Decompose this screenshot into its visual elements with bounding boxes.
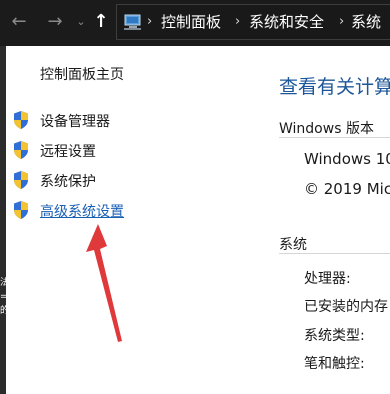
- shield-icon: [14, 171, 28, 189]
- annotation-arrow: [86, 224, 122, 342]
- windows-edition-heading: Windows 版本: [279, 121, 374, 137]
- installed-memory-label: 已安装的内存: [304, 299, 388, 315]
- back-arrow-icon[interactable]: ←: [8, 9, 30, 35]
- navigation-bar: ← → ⌄ ↑ › 控制面板 › 系统和安全 › 系统: [0, 0, 390, 46]
- windows-edition-value: Windows 10: [304, 150, 390, 168]
- breadcrumb-separator: ›: [147, 14, 153, 29]
- breadcrumb-item-control-panel[interactable]: 控制面板: [161, 12, 221, 32]
- left-window-edge: 法 = 的: [0, 46, 10, 394]
- chevron-down-icon[interactable]: ⌄: [70, 9, 92, 35]
- breadcrumb-item-system[interactable]: 系统: [351, 12, 381, 32]
- system-heading: 系统: [279, 237, 307, 253]
- shield-icon: [14, 111, 28, 129]
- pen-touch-label: 笔和触控:: [304, 356, 365, 372]
- page-title: 查看有关计算: [279, 76, 390, 98]
- sidebar-item-label: 系统保护: [40, 174, 96, 190]
- copyright-text: © 2019 Mic: [304, 180, 390, 198]
- breadcrumb-item-system-security[interactable]: 系统和安全: [249, 12, 324, 32]
- sidebar-item-label: 设备管理器: [40, 114, 110, 130]
- up-arrow-icon[interactable]: ↑: [90, 9, 112, 35]
- divider: [279, 253, 390, 254]
- address-bar[interactable]: › 控制面板 › 系统和安全 › 系统: [116, 4, 390, 40]
- shield-icon: [14, 141, 28, 159]
- breadcrumb-separator: ›: [339, 14, 345, 29]
- control-panel-icon: [124, 14, 141, 30]
- divider: [279, 137, 390, 138]
- processor-label: 处理器:: [304, 271, 351, 287]
- forward-arrow-icon[interactable]: →: [44, 9, 66, 35]
- sidebar-item-label[interactable]: 高级系统设置: [40, 201, 124, 221]
- edge-text: 法 = 的: [0, 278, 10, 316]
- breadcrumb-separator: ›: [235, 14, 241, 29]
- control-panel-home-link[interactable]: 控制面板主页: [40, 64, 124, 84]
- sidebar-item-label: 远程设置: [40, 144, 96, 160]
- shield-icon: [14, 201, 28, 219]
- system-type-label: 系统类型:: [304, 328, 365, 344]
